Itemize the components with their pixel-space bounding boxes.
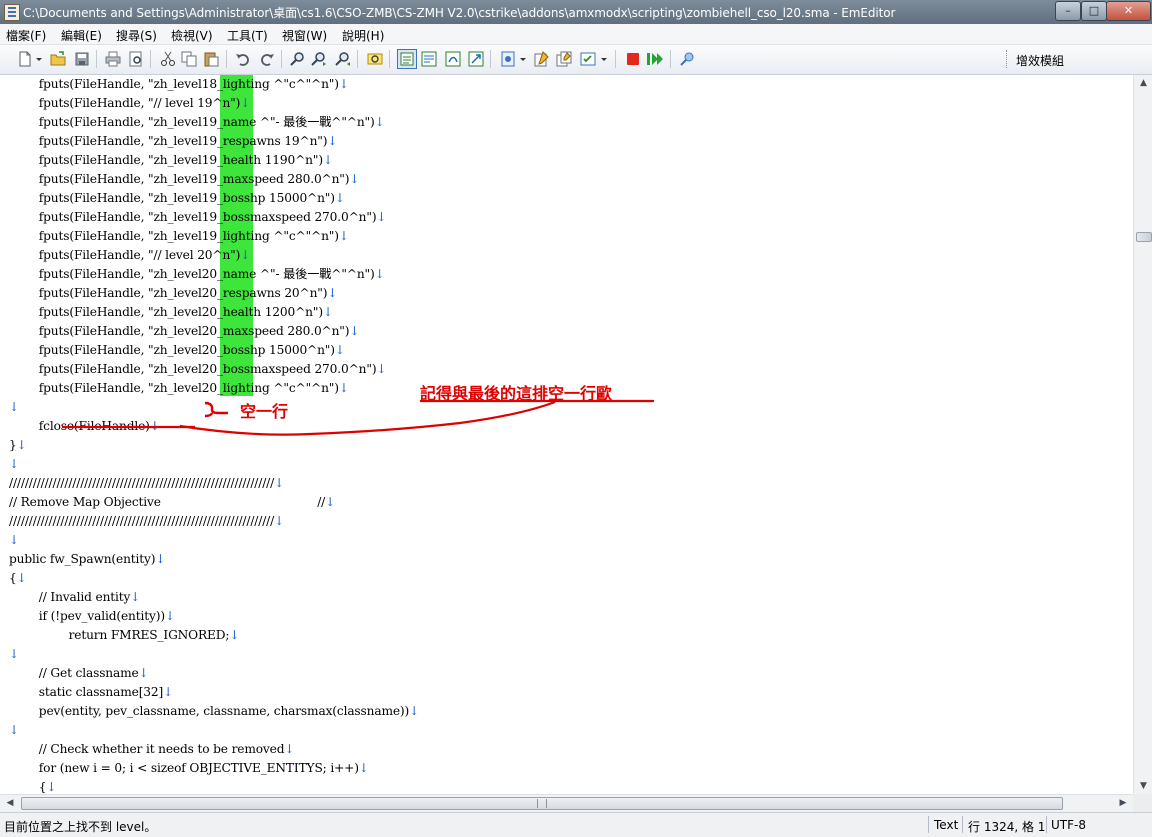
save-icon[interactable] — [74, 51, 90, 67]
toolbar-separator — [226, 50, 227, 68]
view-mode-2-icon[interactable] — [421, 51, 437, 67]
annotation-keep-blank: 記得與最後的這排空一行歐 — [420, 384, 613, 403]
menu-view[interactable]: 檢視(V) — [171, 27, 213, 44]
find-next-icon[interactable] — [311, 51, 327, 67]
undo-icon[interactable] — [235, 51, 251, 67]
toolbar-separator — [670, 50, 671, 68]
checklist-icon[interactable] — [580, 51, 596, 67]
title-bar: C:\Documents and Settings\Administrator\… — [0, 0, 1152, 24]
menu-search[interactable]: 搜尋(S) — [116, 27, 157, 44]
macro-dropdown-icon[interactable] — [519, 51, 527, 67]
vertical-scroll-thumb[interactable] — [1136, 232, 1152, 242]
plugin-toolbar-grip[interactable] — [1006, 50, 1009, 68]
toolbar-separator — [96, 50, 97, 68]
status-message: 目前位置之上找不到 level。 — [4, 820, 157, 834]
scroll-up-arrow-icon[interactable]: ▲ — [1134, 75, 1152, 91]
open-folder-icon[interactable] — [50, 51, 66, 67]
macro-icon[interactable] — [500, 51, 516, 67]
plugin-icon[interactable] — [679, 51, 695, 67]
settings-icon[interactable] — [556, 51, 572, 67]
menu-tools[interactable]: 工具(T) — [227, 27, 268, 44]
scrollbar-corner — [1133, 794, 1152, 812]
scroll-right-arrow-icon[interactable]: ▶ — [1115, 795, 1131, 812]
find-previous-icon[interactable] — [335, 51, 351, 67]
annotation-overlay — [62, 399, 654, 436]
toolbar-separator — [615, 50, 616, 68]
annotation-bracket — [204, 401, 228, 418]
cut-icon[interactable] — [160, 51, 176, 67]
copy-icon[interactable] — [181, 51, 197, 67]
maximize-button[interactable]: □ — [1081, 1, 1107, 21]
view-mode-1-icon[interactable] — [397, 49, 417, 69]
scroll-grip-icon — [537, 799, 547, 808]
redo-icon[interactable] — [259, 51, 275, 67]
print-preview-icon[interactable] — [128, 51, 144, 67]
find-icon[interactable] — [290, 51, 306, 67]
view-mode-4-icon[interactable] — [468, 51, 484, 67]
menu-window[interactable]: 視窗(W) — [282, 27, 327, 44]
toolbar-separator — [150, 50, 151, 68]
properties-icon[interactable] — [533, 51, 549, 67]
close-button[interactable]: ✕ — [1106, 1, 1151, 21]
status-encoding[interactable]: UTF-8 — [1051, 818, 1086, 832]
toolbar-separator — [281, 50, 282, 68]
scroll-down-arrow-icon[interactable]: ▼ — [1134, 778, 1152, 794]
status-divider — [928, 816, 929, 833]
toolbar-separator — [389, 50, 390, 68]
print-icon[interactable] — [105, 51, 121, 67]
paste-icon[interactable] — [203, 51, 219, 67]
toolbar: 增效模組 — [0, 45, 1152, 75]
toolbar-separator — [357, 50, 358, 68]
checklist-dropdown-icon[interactable] — [600, 51, 608, 67]
horizontal-scrollbar[interactable]: ◀ ▶ — [0, 794, 1133, 812]
status-bar: 目前位置之上找不到 level。 Text 行 1324, 格 1 UTF-8 — [0, 812, 1152, 837]
scroll-left-arrow-icon[interactable]: ◀ — [2, 795, 18, 812]
menu-bar: 檔案(F) 編輯(E) 搜尋(S) 檢視(V) 工具(T) 視窗(W) 說明(H… — [0, 24, 1152, 45]
menu-edit[interactable]: 編輯(E) — [61, 27, 102, 44]
highlight-search-icon[interactable] — [367, 51, 383, 67]
new-file-icon[interactable] — [17, 51, 33, 67]
status-cursor-position[interactable]: 行 1324, 格 1 — [968, 818, 1045, 835]
toolbar-separator — [490, 50, 491, 68]
plugins-toolbar-label[interactable]: 增效模組 — [1016, 52, 1064, 69]
code-editor[interactable]: fputs(FileHandle, "zh_level18_lighting ^… — [0, 75, 1133, 794]
stop-record-icon[interactable] — [625, 51, 641, 67]
vertical-scrollbar[interactable]: ▲ ▼ — [1133, 75, 1152, 794]
status-divider — [962, 816, 963, 833]
play-macro-icon[interactable] — [646, 51, 664, 67]
view-mode-3-icon[interactable] — [445, 51, 461, 67]
menu-file[interactable]: 檔案(F) — [6, 27, 46, 44]
horizontal-scroll-thumb[interactable] — [21, 797, 1063, 810]
new-file-dropdown-icon[interactable] — [35, 51, 43, 67]
status-divider — [1046, 816, 1047, 833]
status-mode[interactable]: Text — [934, 818, 958, 832]
minimize-button[interactable]: – — [1055, 1, 1081, 21]
window-title: C:\Documents and Settings\Administrator\… — [23, 6, 896, 20]
annotation-blank-line: 空一行 — [240, 402, 289, 421]
menu-help[interactable]: 說明(H) — [342, 27, 384, 44]
emeditor-app-icon[interactable] — [4, 4, 20, 21]
annotation-connector-line — [179, 400, 556, 436]
